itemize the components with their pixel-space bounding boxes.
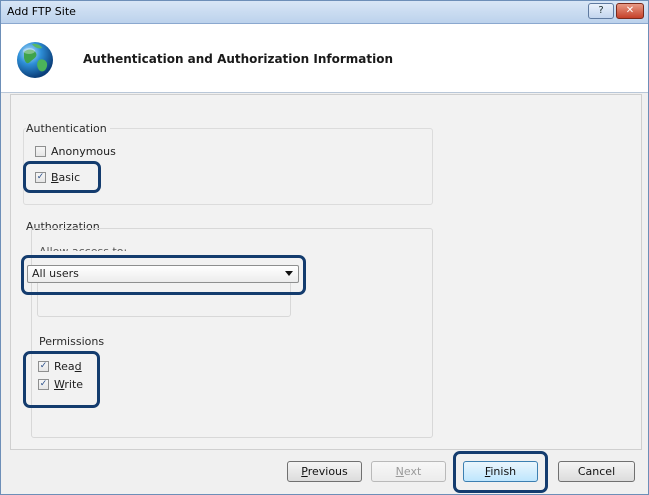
basic-highlight	[23, 161, 101, 193]
globe-icon	[17, 42, 53, 78]
wizard-footer: Previous Next Finish Cancel	[1, 451, 648, 494]
wizard-header: Authentication and Authorization Informa…	[1, 24, 648, 93]
next-button[interactable]: Next	[371, 461, 446, 482]
authentication-group-label: Authentication	[26, 122, 110, 135]
permissions-highlight	[23, 351, 100, 408]
add-ftp-site-dialog: Add FTP Site ? ✕ Authentication and Auth…	[0, 0, 649, 495]
anonymous-checkbox[interactable]	[35, 146, 46, 157]
finish-highlight	[453, 451, 548, 493]
allow-access-highlight	[21, 255, 306, 295]
close-button[interactable]: ✕	[616, 3, 644, 19]
previous-button[interactable]: Previous	[287, 461, 362, 482]
help-icon: ?	[598, 5, 604, 16]
anonymous-checkbox-row[interactable]: Anonymous	[35, 145, 116, 158]
permissions-group-label: Permissions	[39, 335, 105, 348]
cancel-button[interactable]: Cancel	[558, 461, 635, 482]
help-button[interactable]: ?	[588, 3, 614, 19]
window-title: Add FTP Site	[7, 5, 76, 18]
title-bar: Add FTP Site ? ✕	[1, 1, 648, 24]
page-title: Authentication and Authorization Informa…	[83, 52, 393, 66]
allow-access-label: Allow access to:	[39, 245, 159, 251]
close-icon: ✕	[625, 5, 635, 16]
anonymous-label: Anonymous	[51, 145, 116, 158]
wizard-content: Authentication Anonymous Basic Authoriza…	[10, 94, 642, 450]
